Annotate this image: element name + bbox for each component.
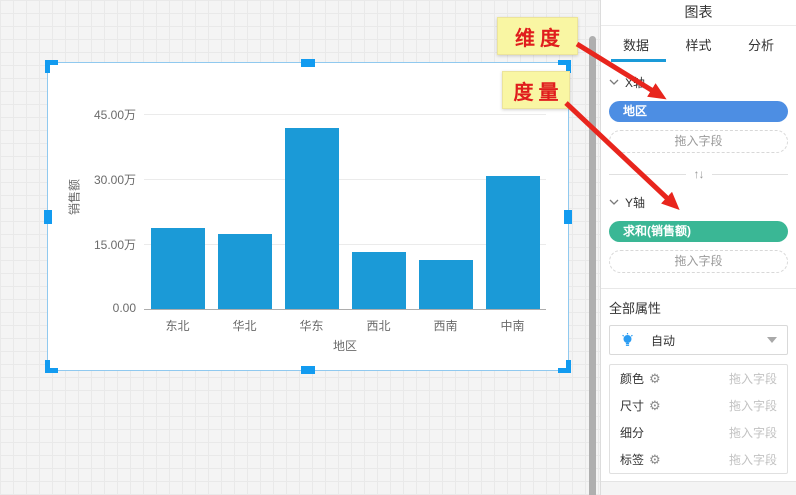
annotation-measure: 度量	[502, 71, 570, 109]
property-mode-select[interactable]: 自动	[609, 325, 788, 355]
resize-handle-bottom-right[interactable]	[558, 360, 571, 373]
all-properties-label: 全部属性	[609, 298, 788, 317]
x-tick-label: 西北	[345, 317, 412, 334]
bar[interactable]	[352, 252, 406, 309]
y-tick-label: 0.00	[76, 301, 136, 315]
swap-axes-divider: ↑↓	[609, 166, 788, 182]
x-axis-title: 地区	[144, 337, 546, 354]
divider-line	[609, 174, 686, 175]
x-axis-section-header[interactable]: X轴	[609, 74, 788, 90]
y-axis-label: Y轴	[625, 194, 645, 211]
property-row-color[interactable]: 颜色 ⚙ 拖入字段	[610, 365, 787, 392]
panel-tabs: 数据 样式 分析	[601, 26, 796, 62]
resize-handle-top-left[interactable]	[45, 60, 58, 73]
property-drop-zone[interactable]: 拖入字段	[729, 424, 777, 441]
tab-style[interactable]: 样式	[685, 35, 711, 54]
bar[interactable]	[486, 176, 540, 309]
annotation-measure-label: 度量	[514, 76, 564, 105]
property-row-label[interactable]: 标签 ⚙ 拖入字段	[610, 446, 787, 473]
resize-handle-left[interactable]	[44, 210, 52, 224]
property-row-subdivide[interactable]: 细分 拖入字段	[610, 419, 787, 446]
section-divider	[601, 288, 796, 289]
chevron-down-icon	[609, 79, 619, 85]
tab-analysis[interactable]: 分析	[748, 35, 774, 54]
divider-line	[712, 174, 789, 175]
x-axis-label: X轴	[625, 74, 645, 91]
property-mode-value: 自动	[651, 332, 675, 349]
resize-handle-right[interactable]	[564, 210, 572, 224]
gear-icon[interactable]: ⚙	[649, 453, 661, 466]
bar[interactable]	[285, 128, 339, 309]
x-axis-line	[144, 309, 546, 310]
x-axis-drop-zone[interactable]: 拖入字段	[609, 130, 788, 153]
property-drop-zone[interactable]: 拖入字段	[729, 397, 777, 414]
bar[interactable]	[419, 260, 473, 309]
y-tick-label: 15.00万	[76, 236, 136, 253]
property-label: 标签	[620, 451, 644, 468]
x-tick-label: 西南	[412, 317, 479, 334]
resize-handle-bottom-left[interactable]	[45, 360, 58, 373]
canvas-scrollbar[interactable]	[589, 36, 596, 495]
annotation-dimension-label: 维度	[515, 22, 565, 51]
annotation-dimension: 维度	[497, 17, 578, 55]
chevron-down-icon	[609, 199, 619, 205]
y-axis-title: 销售额	[66, 178, 83, 214]
x-tick-label: 华北	[211, 317, 278, 334]
panel-bottom-strip	[601, 482, 796, 495]
gear-icon[interactable]: ⚙	[649, 399, 661, 412]
property-row-size[interactable]: 尺寸 ⚙ 拖入字段	[610, 392, 787, 419]
x-tick-label: 中南	[479, 317, 546, 334]
y-tick-label: 45.00万	[76, 106, 136, 123]
property-rows: 颜色 ⚙ 拖入字段 尺寸 ⚙ 拖入字段 细分 拖入字段 标签	[609, 364, 788, 474]
x-tick-label: 东北	[144, 317, 211, 334]
property-label: 细分	[620, 424, 644, 441]
bar[interactable]	[218, 234, 272, 309]
y-axis-drop-zone[interactable]: 拖入字段	[609, 250, 788, 273]
bar-chart: 45.00万 30.00万 15.00万 0.00 东北华北华东西北西南中南地区 销售额	[48, 63, 568, 370]
y-axis-section-header[interactable]: Y轴	[609, 194, 788, 210]
property-drop-zone[interactable]: 拖入字段	[729, 451, 777, 468]
property-label: 颜色	[620, 370, 644, 387]
chart-settings-panel: 图表 数据 样式 分析 X轴 地区 拖入字段 ↑↓ Y轴 求和(销售额) 拖入字…	[600, 0, 796, 495]
y-tick-label: 30.00万	[76, 171, 136, 188]
grid-line	[144, 114, 546, 115]
tab-data[interactable]: 数据	[623, 35, 649, 54]
design-canvas[interactable]: 45.00万30.00万15.00万0.00东北华北华东西北西南中南地区销售额 …	[0, 0, 600, 495]
lightbulb-icon	[620, 332, 635, 348]
active-tab-indicator	[611, 59, 666, 62]
bar[interactable]	[151, 228, 205, 309]
resize-handle-top[interactable]	[301, 59, 315, 67]
property-label: 尺寸	[620, 397, 644, 414]
caret-down-icon	[767, 337, 777, 343]
field-pill-region[interactable]: 地区	[609, 101, 788, 122]
chart-widget[interactable]: 45.00万 30.00万 15.00万 0.00 东北华北华东西北西南中南地区 销售额	[47, 62, 569, 371]
x-tick-label: 华东	[278, 317, 345, 334]
panel-title: 图表	[601, 0, 796, 26]
resize-handle-bottom[interactable]	[301, 366, 315, 374]
gear-icon[interactable]: ⚙	[649, 372, 661, 385]
property-drop-zone[interactable]: 拖入字段	[729, 370, 777, 387]
field-pill-sum-sales[interactable]: 求和(销售额)	[609, 221, 788, 242]
swap-axes-icon[interactable]: ↑↓	[686, 167, 712, 181]
